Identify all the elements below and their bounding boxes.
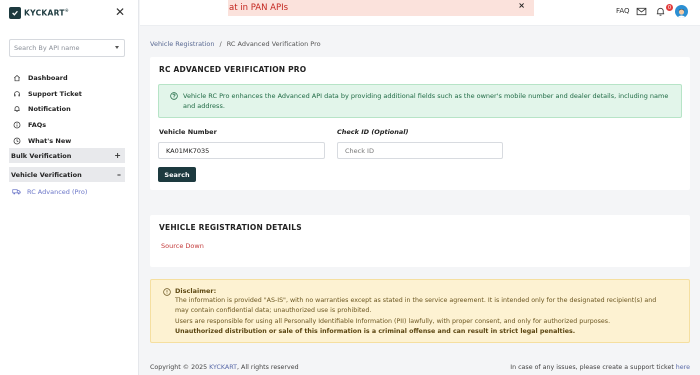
close-icon[interactable]: ×: [518, 1, 525, 10]
sidebar-item-whats-new[interactable]: What's New: [9, 133, 125, 149]
headset-icon: [12, 89, 21, 98]
sidebar-item-faqs[interactable]: FAQs: [9, 117, 125, 133]
logo-text: KYCKART®: [24, 8, 70, 18]
warning-circle-icon: [163, 288, 171, 296]
disclaimer-title: Disclaimer:: [175, 287, 217, 295]
clock-icon: [12, 137, 21, 146]
home-icon: [12, 73, 21, 82]
sidebar-group-label: Vehicle Verification: [11, 170, 82, 179]
notification-badge: 0: [666, 4, 673, 11]
api-search-placeholder: Search By API name: [14, 44, 80, 52]
support-ticket-link[interactable]: here: [676, 364, 690, 371]
disclaimer-banner: Disclaimer: The information is provided …: [150, 279, 690, 343]
registration-details-card: VEHICLE REGISTRATION DETAILS Source Down: [150, 215, 690, 267]
copyright-suffix: , All rights reserved: [237, 364, 299, 371]
chevron-down-icon: [115, 46, 119, 49]
sidebar-item-notification[interactable]: Notification: [9, 102, 125, 118]
close-sidebar-icon[interactable]: ✕: [115, 6, 125, 18]
sidebar-group-bulk-verification[interactable]: Bulk Verification +: [9, 148, 125, 163]
bell-icon[interactable]: [655, 6, 666, 17]
check-id-label: Check ID (Optional): [337, 128, 409, 136]
check-id-input[interactable]: [337, 142, 503, 159]
verification-form-card: RC ADVANCED VERIFICATION PRO Vehicle RC …: [150, 57, 690, 190]
top-bar: at in PAN APIs × FAQ 0: [140, 0, 700, 26]
api-search-select[interactable]: Search By API name: [9, 39, 125, 57]
help-circle-icon: [170, 92, 178, 100]
footer-support: In case of any issues, please create a s…: [510, 364, 690, 371]
sidebar-group-label: Bulk Verification: [11, 151, 72, 160]
disclaimer-warning-line: Unauthorized distribution or sale of thi…: [175, 328, 576, 335]
sidebar-item-label: Support Ticket: [28, 89, 82, 98]
info-banner: Vehicle RC Pro enhances the Advanced API…: [158, 84, 682, 118]
mail-icon[interactable]: [636, 6, 647, 17]
sidebar-sub-item-label: RC Advanced (Pro): [27, 187, 88, 196]
disclaimer-line: Users are responsible for using all Pers…: [175, 318, 611, 325]
footer-brand-link[interactable]: KYCKART: [209, 364, 237, 371]
search-button[interactable]: Search: [158, 167, 196, 182]
info-banner-text: Vehicle RC Pro enhances the Advanced API…: [183, 92, 669, 110]
sidebar-item-label: What's New: [28, 137, 72, 146]
sidebar-item-support-ticket[interactable]: Support Ticket: [9, 86, 125, 102]
sidebar: KYCKART® ✕ Search By API name Dashboard …: [0, 0, 139, 375]
disclaimer-line: may contain confidential data; unauthori…: [175, 307, 372, 314]
announcement-toast: at in PAN APIs ×: [228, 0, 534, 16]
sidebar-group-vehicle-verification[interactable]: Vehicle Verification –: [9, 167, 125, 182]
breadcrumb-separator: /: [219, 40, 222, 48]
sidebar-item-label: Notification: [28, 105, 71, 114]
collapse-icon: –: [117, 170, 121, 179]
sidebar-item-rc-advanced-pro[interactable]: RC Advanced (Pro): [12, 187, 87, 196]
toast-text: at in PAN APIs: [229, 3, 289, 13]
bell-icon: [12, 105, 21, 114]
sidebar-item-label: FAQs: [28, 121, 47, 130]
sidebar-item-label: Dashboard: [28, 73, 68, 82]
sidebar-nav: Dashboard Support Ticket Notification FA…: [9, 70, 125, 149]
breadcrumb-link-vehicle-registration[interactable]: Vehicle Registration: [150, 40, 215, 48]
vehicle-number-label: Vehicle Number: [159, 128, 217, 136]
faq-link[interactable]: FAQ: [616, 7, 630, 15]
info-icon: [12, 121, 21, 130]
sidebar-item-dashboard[interactable]: Dashboard: [9, 70, 125, 86]
form-card-title: RC ADVANCED VERIFICATION PRO: [159, 65, 307, 74]
source-status-text: Source Down: [161, 242, 204, 250]
logo-icon: [9, 7, 21, 19]
disclaimer-line: The information is provided "AS-IS", wit…: [175, 297, 657, 304]
avatar[interactable]: [675, 5, 688, 18]
support-prefix: In case of any issues, please create a s…: [510, 364, 676, 371]
footer-copyright: Copyright © 2025 KYCKART, All rights res…: [150, 364, 299, 371]
breadcrumb-current: RC Advanced Verification Pro: [226, 40, 321, 48]
details-card-title: VEHICLE REGISTRATION DETAILS: [159, 223, 302, 232]
expand-icon: +: [114, 151, 121, 160]
logo[interactable]: KYCKART® ✕: [0, 0, 138, 26]
copyright-prefix: Copyright © 2025: [150, 364, 210, 371]
vehicle-number-input[interactable]: [158, 142, 325, 159]
breadcrumb: Vehicle Registration / RC Advanced Verific…: [150, 40, 321, 48]
truck-icon: [12, 189, 21, 195]
